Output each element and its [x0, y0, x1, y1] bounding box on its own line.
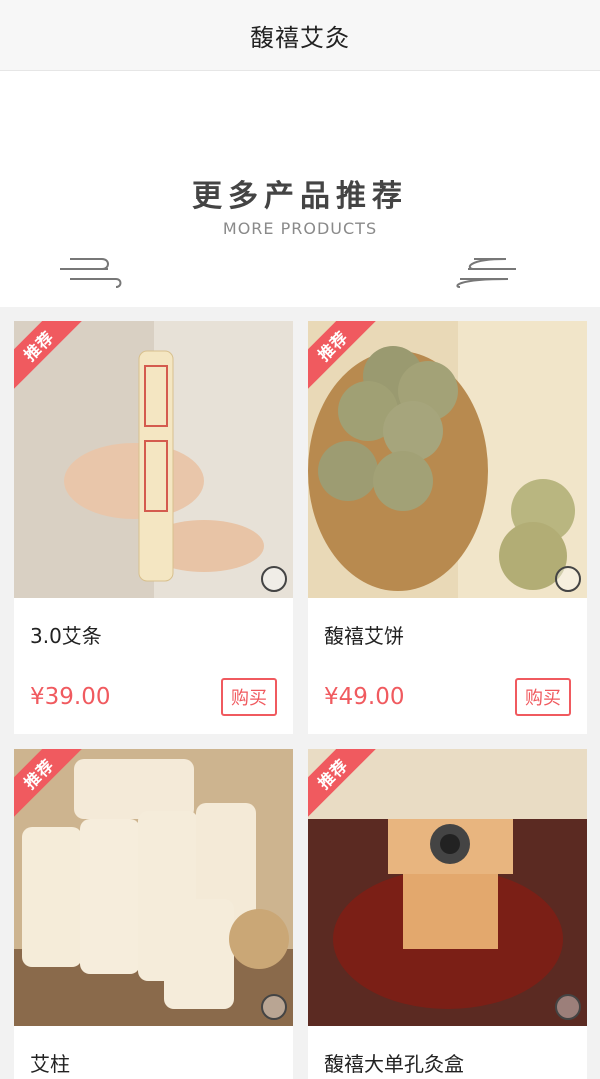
product-name[interactable]: 馥禧大单孔灸盒 [308, 1026, 587, 1077]
more-products-banner: 更多产品推荐 MORE PRODUCTS [0, 71, 600, 307]
brand-seal-icon [555, 566, 581, 592]
product-image[interactable]: 推荐 [14, 321, 293, 598]
product-card[interactable]: 推荐 艾柱 [14, 749, 293, 1079]
header-bar: 馥禧艾灸 [0, 0, 600, 71]
brand-seal-icon [261, 566, 287, 592]
section-title: 更多产品推荐 [192, 179, 408, 214]
buy-button[interactable]: 购买 [221, 678, 277, 716]
product-price: ¥39.00 [30, 684, 111, 710]
product-grid: 推荐 3.0艾条 ¥39.00 购买 推荐 馥禧艾饼 ¥49.00 购买 推荐 … [0, 307, 600, 1079]
brand-seal-icon [261, 994, 287, 1020]
product-card[interactable]: 推荐 馥禧大单孔灸盒 [308, 749, 587, 1079]
brand-seal-icon [555, 994, 581, 1020]
page-title: 馥禧艾灸 [250, 23, 350, 52]
product-name[interactable]: 3.0艾条 [14, 598, 293, 649]
product-card[interactable]: 推荐 馥禧艾饼 ¥49.00 购买 [308, 321, 587, 734]
product-card[interactable]: 推荐 3.0艾条 ¥39.00 购买 [14, 321, 293, 734]
section-subtitle: MORE PRODUCTS [222, 219, 378, 238]
product-name[interactable]: 艾柱 [14, 1026, 293, 1077]
product-image[interactable]: 推荐 [308, 321, 587, 598]
product-price: ¥49.00 [324, 684, 405, 710]
product-name[interactable]: 馥禧艾饼 [308, 598, 587, 649]
cloud-ornament-icon [60, 258, 122, 288]
product-image[interactable]: 推荐 [14, 749, 293, 1026]
cloud-ornament-icon [456, 258, 516, 288]
product-image[interactable]: 推荐 [308, 749, 587, 1026]
buy-button[interactable]: 购买 [515, 678, 571, 716]
